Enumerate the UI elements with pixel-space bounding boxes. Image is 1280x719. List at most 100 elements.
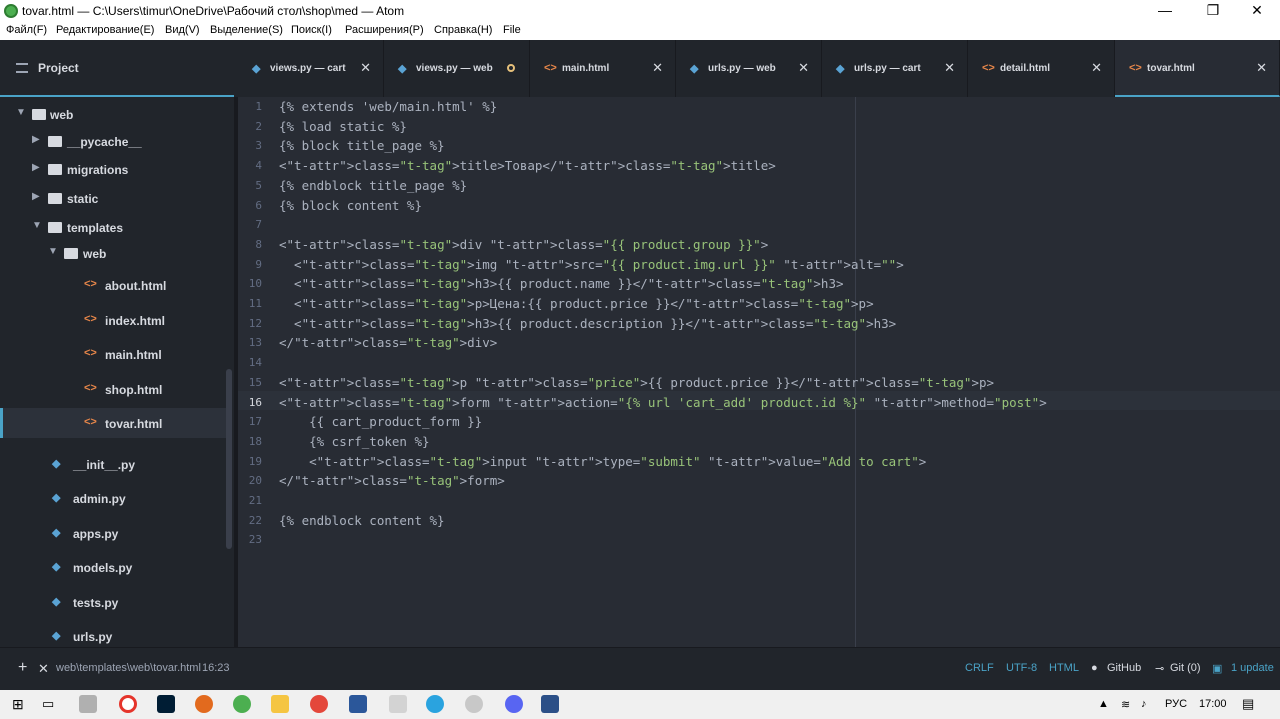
close-icon[interactable]: ✕ [652, 60, 663, 76]
code-line[interactable]: <"t-attr">class="t-tag">p>Цена:{{ produc… [279, 296, 874, 311]
add-project-button[interactable]: + [18, 659, 27, 677]
menu-file[interactable]: Файл(F) [6, 24, 47, 36]
project-tab[interactable]: Project [0, 40, 234, 97]
html-icon: <> [84, 382, 97, 394]
code-line[interactable]: {% load static %} [279, 119, 407, 134]
photoshop-icon[interactable] [157, 695, 175, 713]
windows-start-icon[interactable]: ⊞ [12, 696, 24, 713]
tree-folder-pycache[interactable]: ▶ __pycache__ [0, 126, 226, 156]
tree-label: templates [67, 221, 124, 235]
telegram-icon[interactable] [426, 695, 444, 713]
tab-tovar-html[interactable]: <> tovar.html ✕ [1115, 40, 1280, 97]
menu-packages[interactable]: Расширения(P) [345, 24, 424, 36]
close-icon[interactable]: ✕ [798, 60, 809, 76]
code-line[interactable]: </"t-attr">class="t-tag">form> [279, 473, 505, 488]
tree-file-apps[interactable]: ◆ apps.py [0, 518, 226, 548]
tree-folder-static[interactable]: ▶ static [0, 183, 226, 213]
code-line[interactable]: <"t-attr">class="t-tag">form "t-attr">ac… [279, 395, 1047, 410]
code-line[interactable]: {{ cart_product_form }} [279, 414, 482, 429]
tree-file-admin[interactable]: ◆ admin.py [0, 483, 226, 513]
tree-label: web [50, 108, 74, 122]
tab-urls-cart[interactable]: ◆ urls.py — cart ✕ [822, 40, 968, 97]
clock[interactable]: 17:00 [1199, 698, 1227, 710]
opera-icon[interactable] [119, 695, 137, 713]
file-path[interactable]: web\templates\web\tovar.html [56, 662, 201, 674]
close-icon[interactable]: ✕ [38, 661, 49, 677]
modified-indicator-icon[interactable] [507, 64, 515, 72]
menu-file-extra[interactable]: File [503, 24, 521, 36]
tree-folder-migrations[interactable]: ▶ migrations [0, 154, 226, 184]
app-icon[interactable] [195, 695, 213, 713]
tray-chevron-up-icon[interactable]: ▲ [1098, 698, 1109, 710]
tree-file-tovar[interactable]: <> tovar.html [0, 408, 226, 438]
code-line[interactable]: <"t-attr">class="t-tag">input "t-attr">t… [279, 454, 926, 469]
python-icon: ◆ [252, 63, 261, 75]
code-line[interactable]: <"t-attr">class="t-tag">div "t-attr">cla… [279, 237, 768, 252]
volume-icon[interactable]: ♪ [1141, 698, 1147, 710]
tree-file-index[interactable]: <> index.html [0, 305, 226, 335]
code-line[interactable]: </"t-attr">class="t-tag">div> [279, 335, 497, 350]
line-number: 18 [248, 434, 262, 448]
task-view-icon[interactable]: ▭ [42, 696, 54, 712]
tree-file-about[interactable]: <> about.html [0, 270, 226, 300]
code-line[interactable]: <"t-attr">class="t-tag">h3>{{ product.na… [279, 276, 843, 291]
tree-file-urls[interactable]: ◆ urls.py [0, 621, 226, 647]
network-icon[interactable]: ≋ [1121, 698, 1130, 711]
tab-views-web[interactable]: ◆ views.py — web [384, 40, 530, 97]
git-button[interactable]: Git (0) [1170, 662, 1201, 674]
code-line[interactable]: {% csrf_token %} [279, 434, 429, 449]
code-line[interactable]: <"t-attr">class="t-tag">p "t-attr">class… [279, 375, 994, 390]
tree-folder-templates-web[interactable]: ▼ web [0, 238, 226, 268]
tree-folder-web[interactable]: ▼ web [0, 99, 226, 129]
tree-file-models[interactable]: ◆ models.py [0, 552, 226, 582]
code-line[interactable]: {% extends 'web/main.html' %} [279, 99, 497, 114]
tree-file-shop[interactable]: <> shop.html [0, 374, 226, 404]
menu-selection[interactable]: Выделение(S) [210, 24, 283, 36]
tab-main-html[interactable]: <> main.html ✕ [530, 40, 676, 97]
line-ending-selector[interactable]: CRLF [965, 662, 994, 674]
code-line[interactable]: {% block title_page %} [279, 138, 445, 153]
code-line[interactable]: {% block content %} [279, 198, 422, 213]
word-icon[interactable] [349, 695, 367, 713]
atom-taskbar-icon[interactable] [233, 695, 251, 713]
menu-help[interactable]: Справка(H) [434, 24, 492, 36]
code-line[interactable]: <"t-attr">class="t-tag">img "t-attr">src… [279, 257, 904, 272]
code-line[interactable]: {% endblock title_page %} [279, 178, 467, 193]
app-icon[interactable] [389, 695, 407, 713]
notifications-icon[interactable]: ▤ [1242, 696, 1254, 712]
close-window-button[interactable]: ✕ [1234, 0, 1280, 22]
tree-file-main[interactable]: <> main.html [0, 339, 226, 369]
update-button[interactable]: 1 update [1231, 662, 1274, 674]
menu-find[interactable]: Поиск(I) [291, 24, 332, 36]
tab-detail-html[interactable]: <> detail.html ✕ [968, 40, 1115, 97]
sidebar-scrollbar[interactable] [226, 369, 232, 549]
close-icon[interactable]: ✕ [1091, 60, 1102, 76]
github-button[interactable]: GitHub [1107, 662, 1141, 674]
minimize-button[interactable]: — [1142, 0, 1188, 22]
python-icon: ◆ [690, 63, 699, 75]
tree-file-tests[interactable]: ◆ tests.py [0, 587, 226, 617]
close-icon[interactable]: ✕ [944, 60, 955, 76]
cursor-position[interactable]: 16:23 [202, 662, 230, 674]
code-line[interactable]: <"t-attr">class="t-tag">h3>{{ product.de… [279, 316, 896, 331]
code-line[interactable]: <"t-attr">class="t-tag">title>Товар</"t-… [279, 158, 776, 173]
app-icon[interactable] [79, 695, 97, 713]
file-explorer-icon[interactable] [271, 695, 289, 713]
encoding-selector[interactable]: UTF-8 [1006, 662, 1037, 674]
chrome-icon[interactable] [310, 695, 328, 713]
code-editor[interactable]: 1 2 3 4 5 6 7 8 9 10 11 12 13 14 15 16 17 18 19 20 21 22 23 {%… [238, 97, 1280, 647]
language-indicator[interactable]: РУС [1165, 698, 1187, 710]
tab-urls-web[interactable]: ◆ urls.py — web ✕ [676, 40, 822, 97]
maximize-button[interactable]: ❐ [1190, 0, 1236, 22]
menu-edit[interactable]: Редактирование(E) [56, 24, 154, 36]
powershell-icon[interactable] [541, 695, 559, 713]
code-line[interactable]: {% endblock content %} [279, 513, 445, 528]
close-icon[interactable]: ✕ [360, 60, 371, 76]
grammar-selector[interactable]: HTML [1049, 662, 1079, 674]
tree-file-init[interactable]: ◆ __init__.py [0, 449, 226, 479]
discord-icon[interactable] [505, 695, 523, 713]
app-icon[interactable] [465, 695, 483, 713]
close-icon[interactable]: ✕ [1256, 60, 1267, 76]
tab-views-cart[interactable]: ◆ views.py — cart ✕ [238, 40, 384, 97]
menu-view[interactable]: Вид(V) [165, 24, 200, 36]
